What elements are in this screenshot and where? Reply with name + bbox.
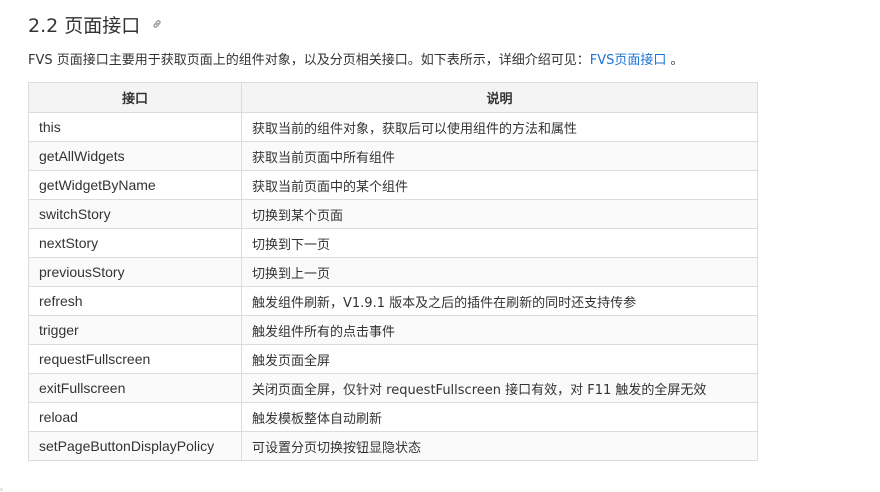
table-row: trigger 触发组件所有的点击事件 (28, 315, 758, 345)
column-header-description: 说明 (241, 82, 758, 113)
api-description: 触发组件所有的点击事件 (241, 315, 758, 345)
api-name: getWidgetByName (28, 170, 242, 200)
section-title: 2.2 页面接口 (28, 14, 141, 37)
table-row: getWidgetByName 获取当前页面中的某个组件 (28, 170, 758, 200)
api-description: 获取当前的组件对象，获取后可以使用组件的方法和属性 (241, 112, 758, 142)
api-name: getAllWidgets (28, 141, 242, 171)
api-name: setPageButtonDisplayPolicy (28, 431, 242, 461)
api-description: 获取当前页面中所有组件 (241, 141, 758, 171)
table-row: switchStory 切换到某个页面 (28, 199, 758, 229)
api-description: 切换到某个页面 (241, 199, 758, 229)
api-name: switchStory (28, 199, 242, 229)
table-row: getAllWidgets 获取当前页面中所有组件 (28, 141, 758, 171)
intro-text-end: 。 (666, 53, 684, 68)
intro-paragraph: FVS 页面接口主要用于获取页面上的组件对象，以及分页相关接口。如下表所示，详细… (28, 49, 684, 68)
table-row: this 获取当前的组件对象，获取后可以使用组件的方法和属性 (28, 112, 758, 142)
api-name: this (28, 112, 242, 142)
table-row: exitFullscreen 关闭页面全屏，仅针对 requestFullscr… (28, 373, 758, 403)
table-row: nextStory 切换到下一页 (28, 228, 758, 258)
column-header-interface: 接口 (28, 82, 242, 113)
section-heading: 2.2 页面接口 (28, 10, 163, 38)
api-name: trigger (28, 315, 242, 345)
api-description: 关闭页面全屏，仅针对 requestFullscreen 接口有效，对 F11 … (241, 373, 758, 403)
table-row: previousStory 切换到上一页 (28, 257, 758, 287)
page-corner-mark (0, 488, 3, 491)
table-row: refresh 触发组件刷新，V1.9.1 版本及之后的插件在刷新的同时还支持传… (28, 286, 758, 316)
api-table: 接口 说明 this 获取当前的组件对象，获取后可以使用组件的方法和属性 get… (28, 82, 758, 461)
table-row: requestFullscreen 触发页面全屏 (28, 344, 758, 374)
intro-text: FVS 页面接口主要用于获取页面上的组件对象，以及分页相关接口。如下表所示，详细… (28, 53, 590, 68)
api-name: nextStory (28, 228, 242, 258)
table-row: setPageButtonDisplayPolicy 可设置分页切换按钮显隐状态 (28, 431, 758, 461)
api-description: 切换到下一页 (241, 228, 758, 258)
fvs-page-api-link[interactable]: FVS页面接口 (590, 53, 667, 68)
api-description: 获取当前页面中的某个组件 (241, 170, 758, 200)
api-description: 可设置分页切换按钮显隐状态 (241, 431, 758, 461)
api-description: 切换到上一页 (241, 257, 758, 287)
api-description: 触发模板整体自动刷新 (241, 402, 758, 432)
api-name: exitFullscreen (28, 373, 242, 403)
api-description: 触发页面全屏 (241, 344, 758, 374)
link-icon[interactable] (150, 18, 163, 31)
table-row: reload 触发模板整体自动刷新 (28, 402, 758, 432)
api-name: reload (28, 402, 242, 432)
api-name: requestFullscreen (28, 344, 242, 374)
api-description: 触发组件刷新，V1.9.1 版本及之后的插件在刷新的同时还支持传参 (241, 286, 758, 316)
api-name: previousStory (28, 257, 242, 287)
table-header-row: 接口 说明 (28, 82, 758, 113)
api-name: refresh (28, 286, 242, 316)
